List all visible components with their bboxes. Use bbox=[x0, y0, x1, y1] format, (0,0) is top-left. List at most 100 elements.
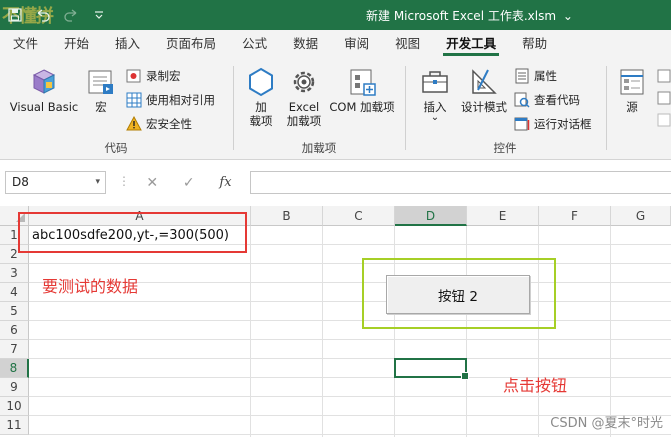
row-header-10[interactable]: 10 bbox=[0, 397, 29, 416]
worksheet-grid[interactable]: A B C D E F G 1 2 3 4 5 6 7 8 9 10 11 ab… bbox=[0, 206, 671, 437]
properties-button[interactable]: 属性 bbox=[514, 66, 557, 86]
grid-line bbox=[29, 377, 671, 378]
csdn-credit-watermark: CSDN @夏末°时光 bbox=[550, 416, 663, 431]
tab-developer[interactable]: 开发工具 bbox=[433, 30, 509, 58]
row-header-8[interactable]: 8 bbox=[0, 359, 29, 378]
xml-source-icon bbox=[616, 66, 648, 98]
undo-icon[interactable] bbox=[32, 4, 54, 26]
ribbon-tabs: 文件 开始 插入 页面布局 公式 数据 审阅 视图 开发工具 帮助 bbox=[0, 30, 671, 58]
gear-icon bbox=[288, 66, 320, 98]
visual-basic-button[interactable]: Visual Basic bbox=[8, 66, 80, 114]
com-addins-label: COM 加载项 bbox=[329, 100, 395, 114]
tab-review[interactable]: 审阅 bbox=[331, 30, 382, 58]
macro-security-label: 宏安全性 bbox=[146, 117, 192, 131]
formula-bar: D8 ▾ ⋮ ✕ ✓ fx bbox=[0, 160, 671, 206]
properties-label: 属性 bbox=[534, 69, 557, 83]
save-icon[interactable] bbox=[4, 4, 26, 26]
chevron-down-icon: ⌄ bbox=[430, 112, 440, 123]
window-title[interactable]: 新建 Microsoft Excel 工作表.xlsm ⌄ bbox=[366, 7, 573, 24]
group-addins: 加 载项 Excel 加载项 COM 加载项 加载项 bbox=[234, 62, 404, 158]
grid-line bbox=[610, 226, 611, 437]
visual-basic-label: Visual Basic bbox=[9, 100, 79, 114]
record-macro-label: 录制宏 bbox=[146, 69, 181, 83]
com-addins-button[interactable]: COM 加载项 bbox=[326, 66, 398, 114]
group-code: Visual Basic 宏 录制宏 使用相对引用 宏安全性 代码 bbox=[0, 62, 232, 158]
run-dialog-label: 运行对话框 bbox=[534, 117, 592, 131]
grid-line bbox=[250, 226, 251, 437]
highlight-box-data bbox=[18, 212, 247, 253]
form-button-label: 按钮 2 bbox=[438, 288, 478, 305]
tab-file[interactable]: 文件 bbox=[0, 30, 51, 58]
title-bar: 不懂拼 新建 Microsoft Excel 工作表.xlsm ⌄ bbox=[0, 0, 671, 30]
grid-line bbox=[29, 396, 671, 397]
row-header-7[interactable]: 7 bbox=[0, 340, 29, 359]
addins-icon bbox=[245, 66, 277, 98]
addins-button[interactable]: 加 载项 bbox=[244, 66, 278, 128]
cancel-icon[interactable]: ✕ bbox=[146, 175, 158, 191]
tab-data[interactable]: 数据 bbox=[280, 30, 331, 58]
annotation-click-button: 点击按钮 bbox=[503, 376, 568, 395]
relative-refs-button[interactable]: 使用相对引用 bbox=[126, 90, 215, 110]
tab-insert[interactable]: 插入 bbox=[102, 30, 153, 58]
relative-refs-icon bbox=[126, 92, 142, 108]
column-header-b[interactable]: B bbox=[251, 206, 323, 226]
macros-button[interactable]: 宏 bbox=[86, 66, 116, 114]
name-box[interactable]: D8 ▾ bbox=[5, 171, 106, 194]
group-controls: 插入 ⌄ 设计模式 属性 查看代码 运行对话框 控件 bbox=[406, 62, 604, 158]
view-code-icon bbox=[514, 92, 530, 108]
excel-addins-label-line1: Excel bbox=[288, 100, 320, 114]
run-dialog-button[interactable]: 运行对话框 bbox=[514, 114, 592, 134]
record-macro-button[interactable]: 录制宏 bbox=[126, 66, 181, 86]
tab-home[interactable]: 开始 bbox=[51, 30, 102, 58]
tab-formulas[interactable]: 公式 bbox=[229, 30, 280, 58]
tab-view[interactable]: 视图 bbox=[382, 30, 433, 58]
chevron-down-icon[interactable]: ▾ bbox=[95, 172, 100, 193]
redo-icon[interactable] bbox=[60, 4, 82, 26]
tab-help[interactable]: 帮助 bbox=[509, 30, 560, 58]
design-mode-label: 设计模式 bbox=[461, 100, 507, 114]
customize-qat-icon[interactable] bbox=[88, 4, 110, 26]
row-header-5[interactable]: 5 bbox=[0, 302, 29, 321]
ribbon-developer: Visual Basic 宏 录制宏 使用相对引用 宏安全性 代码 加 载项 E… bbox=[0, 58, 671, 160]
row-header-11[interactable]: 11 bbox=[0, 416, 29, 435]
annotation-test-data: 要测试的数据 bbox=[42, 277, 139, 296]
properties-icon bbox=[514, 68, 530, 84]
macros-icon bbox=[85, 66, 117, 98]
grid-line bbox=[29, 263, 671, 264]
grid-line bbox=[322, 226, 323, 437]
view-code-label: 查看代码 bbox=[534, 93, 580, 107]
toolbox-icon bbox=[419, 66, 451, 98]
view-code-button[interactable]: 查看代码 bbox=[514, 90, 580, 110]
group-addins-label: 加载项 bbox=[301, 141, 337, 155]
com-addins-icon bbox=[346, 66, 378, 98]
run-dialog-icon bbox=[514, 116, 530, 132]
macro-security-button[interactable]: 宏安全性 bbox=[126, 114, 192, 134]
column-header-g[interactable]: G bbox=[611, 206, 671, 226]
form-button-2[interactable]: 按钮 2 bbox=[386, 275, 530, 314]
xml-source-button[interactable]: 源 bbox=[617, 66, 647, 114]
column-header-f[interactable]: F bbox=[539, 206, 611, 226]
grid-line bbox=[29, 434, 671, 435]
column-header-d[interactable]: D bbox=[395, 206, 467, 226]
group-xml: 源 bbox=[607, 62, 671, 158]
excel-addins-button[interactable]: Excel 加载项 bbox=[284, 66, 324, 128]
grid-line bbox=[29, 320, 671, 321]
column-header-e[interactable]: E bbox=[467, 206, 539, 226]
tab-page-layout[interactable]: 页面布局 bbox=[153, 30, 229, 58]
row-header-6[interactable]: 6 bbox=[0, 321, 29, 340]
insert-function-icon[interactable]: fx bbox=[219, 175, 231, 190]
design-mode-button[interactable]: 设计模式 bbox=[458, 66, 510, 114]
row-header-3[interactable]: 3 bbox=[0, 264, 29, 283]
warning-icon bbox=[126, 115, 142, 132]
column-header-c[interactable]: C bbox=[323, 206, 395, 226]
quick-access-toolbar bbox=[4, 4, 110, 26]
grid-line bbox=[29, 339, 671, 340]
formula-bar-splitter[interactable]: ⋮ bbox=[118, 174, 130, 188]
selected-cell-d8[interactable] bbox=[394, 358, 469, 380]
row-header-4[interactable]: 4 bbox=[0, 283, 29, 302]
enter-icon[interactable]: ✓ bbox=[183, 175, 195, 191]
row-header-9[interactable]: 9 bbox=[0, 378, 29, 397]
insert-control-button[interactable]: 插入 ⌄ bbox=[416, 66, 454, 123]
addins-label-line1: 加 bbox=[255, 100, 267, 114]
formula-input[interactable] bbox=[250, 171, 671, 194]
